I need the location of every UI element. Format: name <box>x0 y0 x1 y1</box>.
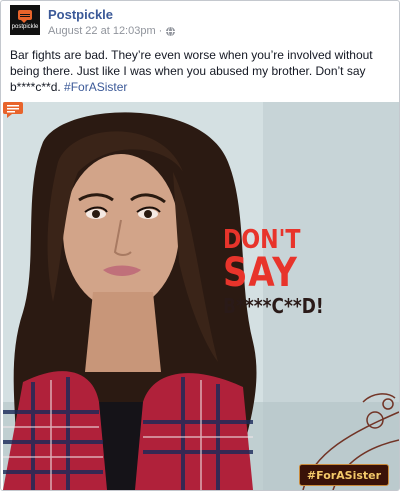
meta-separator: · <box>158 25 163 37</box>
post-meta: August 22 at 12:03pm · <box>48 25 176 37</box>
globe-icon[interactable] <box>166 26 176 36</box>
slogan-line-3: B****C**D! <box>223 294 324 318</box>
post-timestamp[interactable]: August 22 at 12:03pm <box>48 25 156 37</box>
hashtag-link[interactable]: #ForASister <box>64 80 127 94</box>
post-photo[interactable]: DON'T SAY B****C**D! #ForASister <box>3 102 399 490</box>
speech-bubble-icon <box>3 102 23 118</box>
page-avatar[interactable]: postpickle <box>10 5 40 35</box>
slogan-line-2: SAY <box>223 250 298 296</box>
avatar-logo-text: postpickle <box>11 24 39 30</box>
hashtag-badge: #ForASister <box>299 464 389 486</box>
page-name-link[interactable]: Postpickle <box>48 7 113 22</box>
image-slogan: DON'T SAY B****C**D! <box>223 226 341 318</box>
facebook-post-card: postpickle Postpickle August 22 at 12:03… <box>0 0 400 491</box>
post-text: Bar fights are bad. They’re even worse w… <box>10 47 392 95</box>
speech-bubble-icon <box>18 10 32 23</box>
